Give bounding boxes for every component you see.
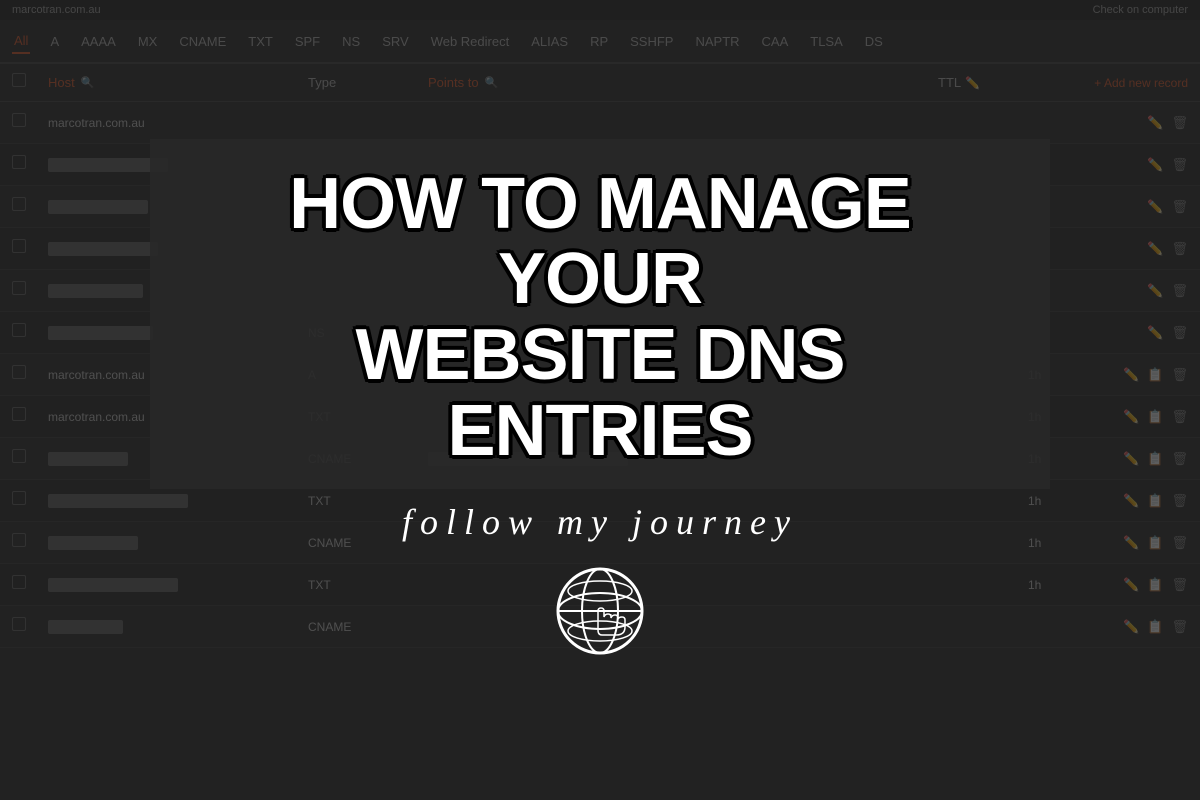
overlay: HOW TO MANAGE YOUR WEBSITE DNS ENTRIES f… [0, 0, 1200, 800]
main-title-line2: WEBSITE DNS ENTRIES [198, 318, 1002, 469]
main-title-line1: HOW TO MANAGE YOUR [198, 167, 1002, 318]
title-block: HOW TO MANAGE YOUR WEBSITE DNS ENTRIES [150, 139, 1050, 489]
globe-icon [550, 561, 650, 661]
follow-my-journey-text: follow my journey [402, 501, 798, 543]
globe-container [550, 561, 650, 661]
